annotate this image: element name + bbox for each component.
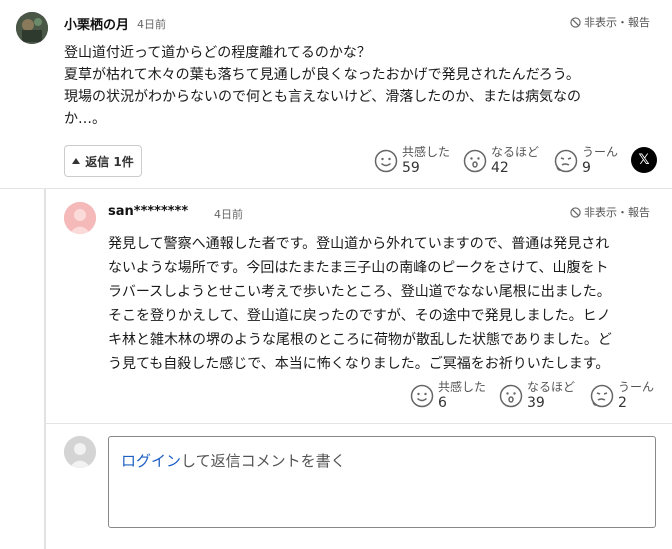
comment-line: ラバースしようとせこい考えで歩いたところ、登山道でなない尾根に出ました。 [108, 284, 611, 300]
reaction-count: 59 [402, 160, 420, 176]
reaction-count: 2 [618, 395, 627, 411]
reaction-empathy[interactable]: 共感した 59 [374, 145, 450, 176]
hide-report-link[interactable]: 非表示・報告 [570, 14, 650, 30]
reaction-insight[interactable]: なるほど 39 [499, 380, 575, 411]
reaction-insight[interactable]: なるほど 42 [463, 145, 539, 176]
reaction-label: なるほど [491, 145, 540, 159]
hide-icon [570, 206, 581, 218]
reaction-label: 共感した [402, 145, 451, 159]
caret-up-icon [72, 158, 81, 164]
divider [46, 423, 672, 424]
reaction-label: うーん [582, 145, 619, 159]
reply-count-label: 返信 1件 [85, 154, 134, 169]
show-replies-button[interactable]: 返信 1件 [64, 145, 142, 177]
x-share-icon[interactable]: 𝕏 [631, 147, 657, 173]
reaction-count: 9 [582, 160, 591, 176]
hide-report-label: 非表示・報告 [584, 16, 650, 29]
avatar[interactable] [16, 12, 48, 44]
thread-line [44, 189, 46, 549]
reaction-hmm[interactable]: うーん 9 [554, 145, 618, 176]
reaction-count: 6 [438, 395, 447, 411]
insight-icon [499, 384, 523, 408]
comment-line: キ林と雑木林の堺のような尾根のところに荷物が散乱した状態でありました。ど [108, 332, 612, 348]
reaction-empathy[interactable]: 共感した 6 [410, 380, 486, 411]
divider [0, 188, 672, 189]
empathy-icon [410, 384, 434, 408]
insight-icon [463, 149, 487, 173]
hmm-icon [590, 384, 614, 408]
reply-input[interactable]: ログインして返信コメントを書く [108, 436, 656, 528]
comment-time: 4日前 [137, 18, 166, 31]
hide-report-label: 非表示・報告 [584, 206, 650, 219]
reaction-hmm[interactable]: うーん 2 [590, 380, 654, 411]
hide-icon [570, 16, 581, 28]
comment-author[interactable]: san******** [108, 204, 188, 219]
reaction-count: 39 [527, 395, 545, 411]
comment-body: 登山道付近って道からどの程度離れてるのかな？ 夏草が枯れて木々の葉も落ちて見通し… [64, 42, 644, 130]
reaction-label: なるほど [527, 380, 576, 394]
comment-time: 4日前 [214, 208, 243, 221]
comment-line: か…。 [64, 111, 106, 127]
comment-line: そこを登りかえして、登山道に戻ったのですが、その途中で発見しました。ヒノ [108, 308, 611, 324]
comment-line: 登山道付近って道からどの程度離れてるのかな？ [64, 45, 371, 61]
comment-line: ないような場所です。今回はたまたま三子山の南峰のピークをさけて、山腹をト [108, 260, 609, 276]
empathy-icon [374, 149, 398, 173]
login-link[interactable]: ログイン [121, 452, 181, 470]
user-avatar [64, 436, 96, 468]
comment-line: う見ても自殺した感じで、本当に怖くなりました。ご冥福をお祈りいたします。 [108, 356, 610, 372]
avatar[interactable] [64, 202, 96, 234]
hide-report-link[interactable]: 非表示・報告 [570, 204, 650, 220]
reaction-label: 共感した [438, 380, 487, 394]
reaction-label: うーん [618, 380, 655, 394]
comment-line: 発見して警察へ通報した者です。登山道から外れていますので、普通は発見され [108, 236, 610, 252]
reaction-count: 42 [491, 160, 509, 176]
comment-line: 夏草が枯れて木々の葉も落ちて見通しが良くなったおかげで発見されたんだろう。 [64, 67, 580, 83]
comment-line: 現場の状況がわからないので何とも言えないけど、滑落したのか、または病気なの [64, 89, 582, 105]
comment-author[interactable]: 小栗栖の月 [64, 14, 129, 33]
reply-placeholder: して返信コメントを書く [181, 452, 346, 470]
comment-body: 発見して警察へ通報した者です。登山道から外れていますので、普通は発見され ないよ… [108, 232, 660, 376]
hmm-icon [554, 149, 578, 173]
